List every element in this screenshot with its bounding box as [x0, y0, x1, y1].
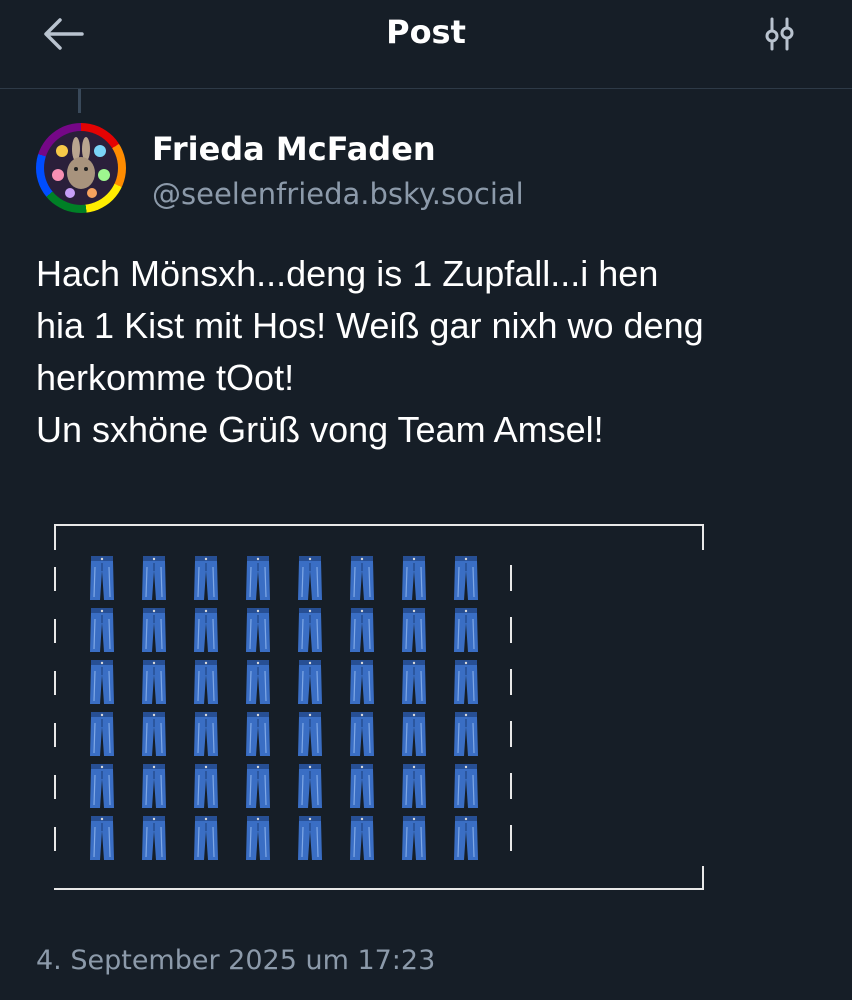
box-right-bar [510, 773, 512, 799]
box-left-bar [54, 567, 56, 591]
jeans-icon [90, 556, 114, 600]
avatar[interactable] [36, 123, 126, 213]
box-left-bar [54, 671, 56, 695]
jeans-icon [298, 608, 322, 652]
box-left-bar [54, 775, 56, 799]
box-left-bar [54, 619, 56, 643]
jeans-icon [142, 816, 166, 860]
jeans-icon [142, 712, 166, 756]
box-bottom-right-tick [702, 866, 704, 890]
jeans-icon [402, 764, 426, 808]
jeans-icon [298, 764, 322, 808]
sliders-icon [765, 17, 794, 51]
jeans-icon [90, 816, 114, 860]
settings-button[interactable] [760, 14, 800, 54]
jeans-icon [454, 816, 478, 860]
top-bar: Post [0, 0, 852, 89]
jeans-icon [350, 608, 374, 652]
author-name[interactable]: Frieda McFaden [152, 128, 436, 170]
box-right-bar [510, 721, 512, 747]
jeans-icon [194, 608, 218, 652]
jeans-icon [298, 816, 322, 860]
author-handle[interactable]: @seelenfrieda.bsky.social [152, 174, 524, 214]
thread-connector [78, 89, 81, 113]
jeans-icon [454, 608, 478, 652]
jeans-icon [298, 556, 322, 600]
box-left-bar [54, 723, 56, 747]
jeans-icon [454, 712, 478, 756]
jeans-icon [350, 556, 374, 600]
jeans-icon [246, 816, 270, 860]
jeans-icon [90, 712, 114, 756]
jeans-icon [350, 660, 374, 704]
jeans-icon [194, 712, 218, 756]
post-line: Hach Mönsxh...deng is 1 Zupfall...i hen [36, 253, 659, 294]
jeans-icon [246, 608, 270, 652]
jeans-icon [402, 712, 426, 756]
page-title: Post [386, 13, 466, 51]
jeans-icon [350, 712, 374, 756]
box-right-bar [510, 565, 512, 591]
box-right-bar [510, 669, 512, 695]
jeans-icon [90, 764, 114, 808]
jeans-icon [142, 660, 166, 704]
jeans-icon [90, 608, 114, 652]
jeans-icon [142, 764, 166, 808]
jeans-icon [142, 608, 166, 652]
box-right-bar [510, 825, 512, 851]
jeans-icon [454, 556, 478, 600]
jeans-icon [350, 764, 374, 808]
jeans-icon [402, 608, 426, 652]
rabbit-icon [52, 137, 110, 198]
box-top-line [54, 524, 704, 526]
jeans-icon [350, 816, 374, 860]
post-line: Un sxhöne Grüß vong Team Amsel! [36, 409, 604, 450]
jeans-icon [454, 660, 478, 704]
jeans-icon [246, 660, 270, 704]
jeans-icon [194, 816, 218, 860]
jeans-icon [454, 764, 478, 808]
jeans-icon [194, 556, 218, 600]
jeans-icon [298, 712, 322, 756]
jeans-icon [246, 556, 270, 600]
post-line: herkomme tOot! [36, 357, 295, 398]
box-top-right-tick [702, 526, 704, 550]
post-timestamp: 4. September 2025 um 17:23 [36, 945, 436, 976]
jeans-icon [298, 660, 322, 704]
jeans-icon [194, 764, 218, 808]
box-bottom-line [54, 888, 704, 890]
jeans-icon [402, 660, 426, 704]
avatar-image [44, 131, 118, 205]
post-line: hia 1 Kist mit Hos! Weiß gar nixh wo den… [36, 305, 704, 346]
box-top-left-tick [54, 526, 56, 550]
jeans-icon [194, 660, 218, 704]
jeans-icon [402, 556, 426, 600]
box-right-bar [510, 617, 512, 643]
jeans-icon [246, 712, 270, 756]
post-text: Hach Mönsxh...deng is 1 Zupfall...i hen … [36, 248, 826, 456]
jeans-icon [90, 660, 114, 704]
jeans-icon [246, 764, 270, 808]
box-left-bar [54, 827, 56, 851]
jeans-icon [402, 816, 426, 860]
jeans-icon [142, 556, 166, 600]
